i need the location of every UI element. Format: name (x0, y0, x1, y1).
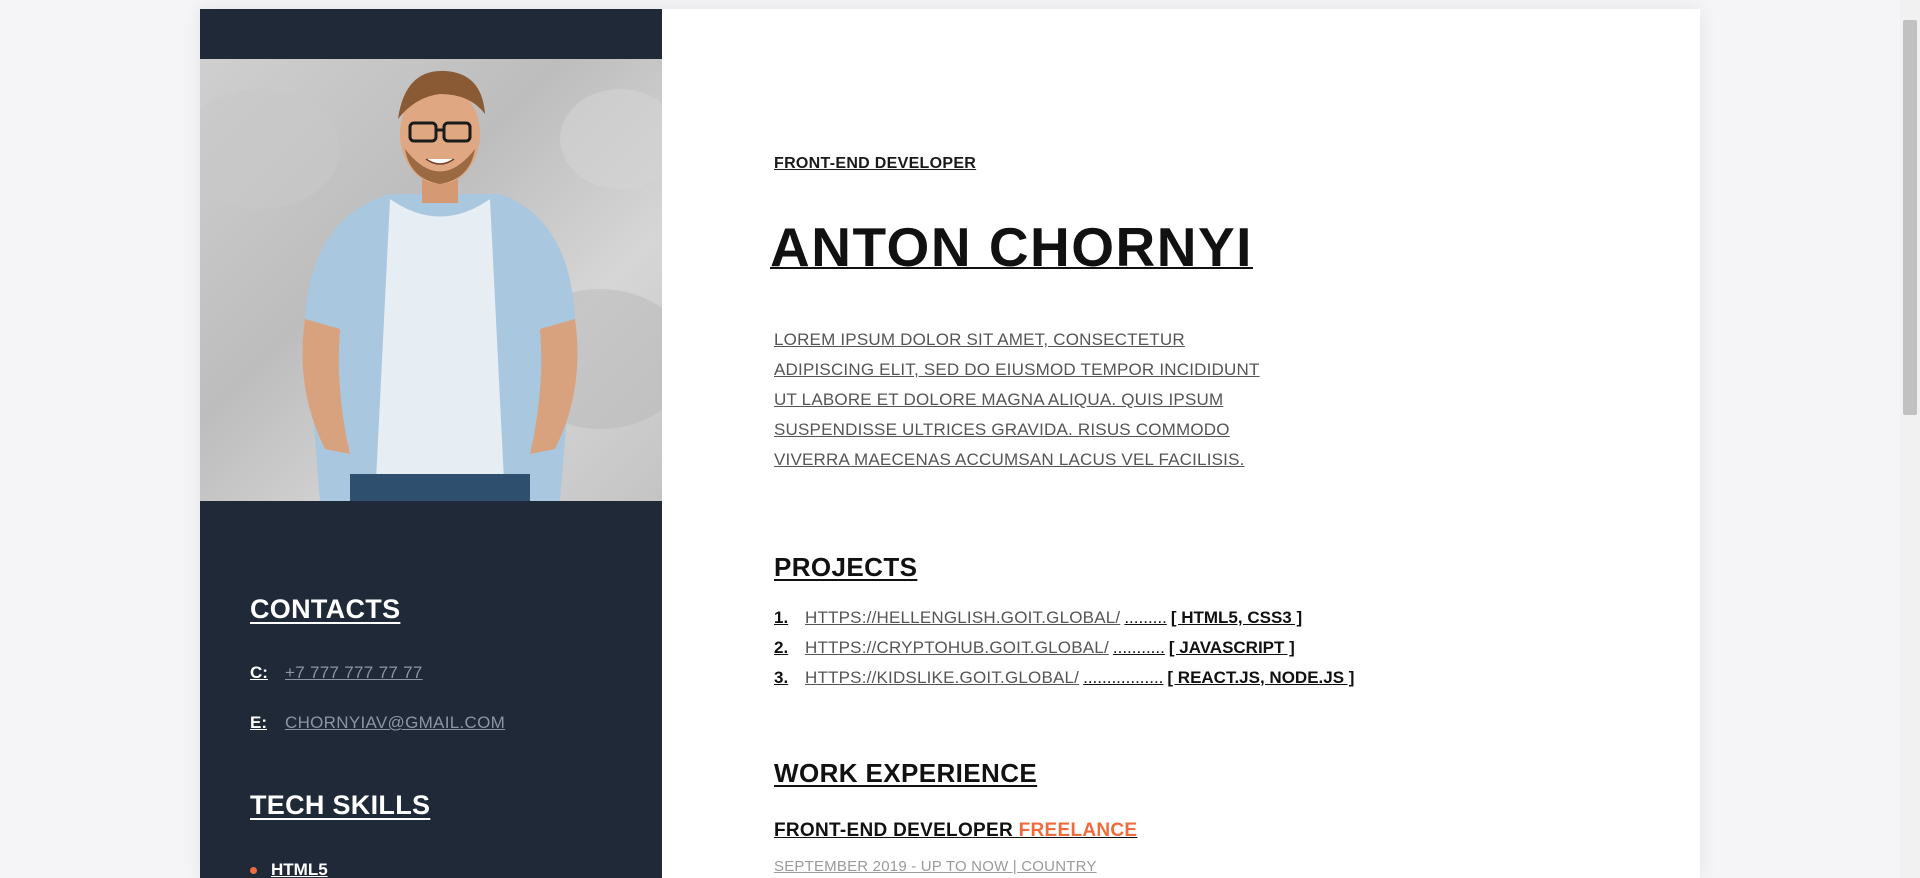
person-name: ANTON CHORNYI (770, 216, 1253, 278)
intro-text: LOREM IPSUM DOLOR SIT AMET, CONSECTETUR … (774, 330, 1260, 469)
job-title: FRONT-END DEVELOPER FREELANCE (774, 820, 1137, 842)
job-type: FREELANCE (1018, 820, 1138, 841)
bullet-icon (250, 866, 257, 874)
job-meta: SEPTEMBER 2019 - UP TO NOW | COUNTRY (774, 858, 1097, 875)
phone-link[interactable]: +7 777 777 77 77 (285, 663, 423, 683)
project-tech: [ REACT.JS, NODE.JS ] (1167, 668, 1355, 687)
project-link[interactable]: HTTPS://CRYPTOHUB.GOIT.GLOBAL/ (805, 638, 1109, 658)
project-item: 3. HTTPS://KIDSLIKE.GOIT.GLOBAL/ .......… (774, 668, 1354, 688)
contacts-heading: CONTACTS (250, 594, 401, 624)
project-leader: ................. (1083, 668, 1164, 687)
profile-photo (200, 59, 662, 501)
project-link[interactable]: HTTPS://HELLENGLISH.GOIT.GLOBAL/ (805, 608, 1120, 628)
email-label: E: (250, 713, 267, 732)
project-link[interactable]: HTTPS://KIDSLIKE.GOIT.GLOBAL/ (805, 668, 1079, 688)
project-tech: [ HTML5, CSS3 ] (1170, 608, 1303, 627)
project-leader: ......... (1124, 608, 1167, 627)
resume-page: CONTACTS C: +7 777 777 77 77 E: CHORNYIA… (200, 9, 1700, 878)
project-number: 3. (774, 668, 789, 687)
work-experience-heading: WORK EXPERIENCE (774, 758, 1038, 788)
phone-label: C: (250, 663, 268, 682)
email-link[interactable]: CHORNYIAV@GMAIL.COM (285, 713, 505, 733)
contact-phone: C: +7 777 777 77 77 (250, 663, 423, 683)
contact-email: E: CHORNYIAV@GMAIL.COM (250, 713, 505, 733)
role-title: FRONT-END DEVELOPER (774, 155, 977, 172)
page-scrollbar[interactable] (1900, 0, 1920, 878)
job-role: FRONT-END DEVELOPER (774, 820, 1013, 841)
skill-label: HTML5 (271, 860, 328, 878)
main-content: FRONT-END DEVELOPER ANTON CHORNYI LOREM … (662, 9, 1700, 878)
project-tech: [ JAVASCRIPT ] (1168, 638, 1295, 657)
project-number: 1. (774, 608, 789, 627)
tech-skills-heading: TECH SKILLS (250, 790, 431, 820)
project-item: 1. HTTPS://HELLENGLISH.GOIT.GLOBAL/ ....… (774, 608, 1302, 628)
project-item: 2. HTTPS://CRYPTOHUB.GOIT.GLOBAL/ ......… (774, 638, 1295, 658)
project-leader: ........... (1112, 638, 1165, 657)
skill-item: HTML5 (250, 860, 328, 878)
project-number: 2. (774, 638, 789, 657)
projects-heading: PROJECTS (774, 552, 918, 582)
scrollbar-thumb[interactable] (1903, 20, 1917, 415)
sidebar: CONTACTS C: +7 777 777 77 77 E: CHORNYIA… (200, 9, 662, 878)
